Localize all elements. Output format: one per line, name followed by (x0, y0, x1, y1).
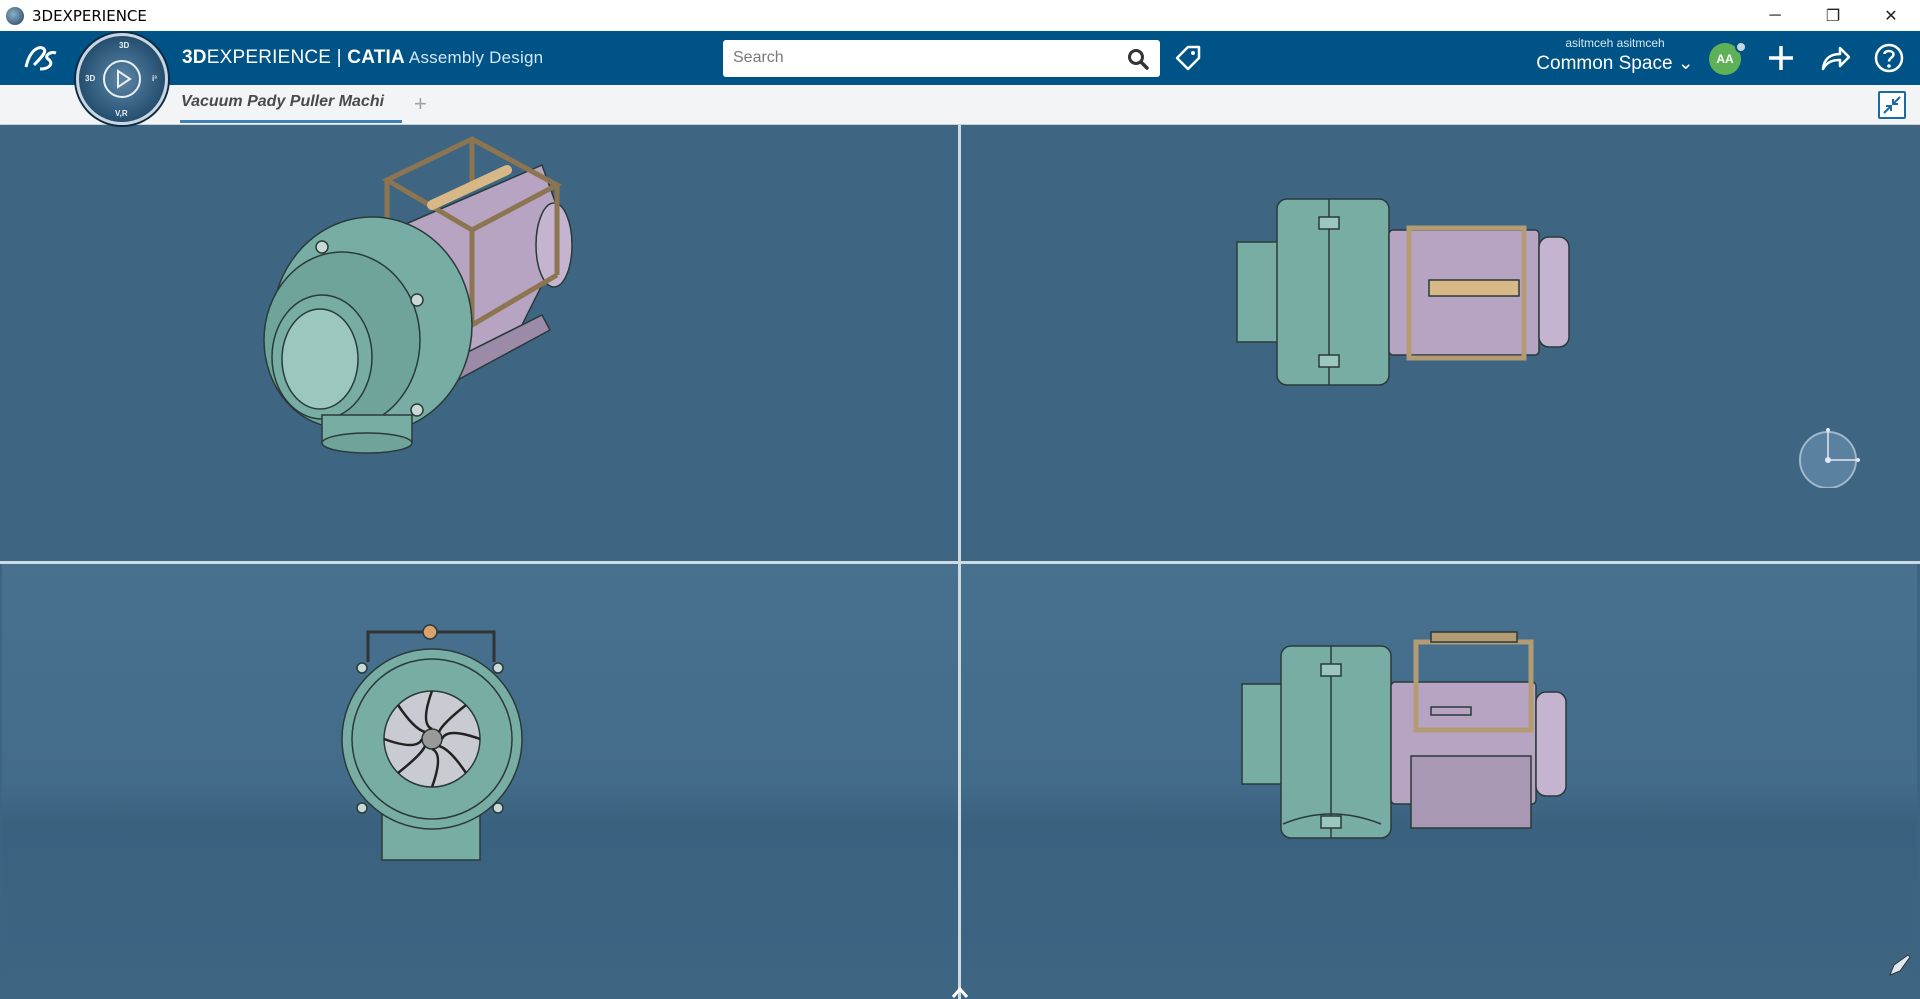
app-topbar: 3DEXPERIENCE | CATIAAssembly Design asit… (0, 31, 1920, 85)
search-input[interactable] (733, 46, 1113, 70)
collab-space-selector[interactable]: Common Space ⌄ (1530, 52, 1700, 75)
play-icon[interactable] (103, 60, 141, 98)
share-icon[interactable] (1818, 41, 1852, 75)
chevron-up-icon[interactable] (950, 985, 970, 999)
isometric-model (263, 136, 573, 454)
user-name: asitmceh asitmceh (1565, 36, 1665, 50)
viewport-splitter-horizontal[interactable] (0, 561, 1920, 564)
view-top[interactable] (961, 125, 1917, 561)
plus-icon[interactable] (1764, 41, 1798, 75)
brand-catia: CATIA (347, 47, 405, 68)
tab-vacuum-pady-puller[interactable]: Vacuum Pady Puller Machi (181, 93, 400, 111)
add-tab-button[interactable]: + (414, 91, 427, 117)
help-icon[interactable] (1872, 41, 1906, 75)
minimize-button[interactable]: ─ (1746, 0, 1804, 31)
collapse-icon[interactable] (1878, 91, 1906, 119)
view-side[interactable] (961, 564, 1917, 999)
app-logo-icon (6, 6, 24, 25)
compass-widget[interactable]: 3D i³ V,R 3D (76, 33, 168, 125)
brand-separator: | (331, 47, 348, 68)
dassault-logo-icon[interactable] (20, 39, 60, 75)
robot-compass-icon[interactable] (1798, 426, 1860, 488)
compass-left-label: 3D (85, 74, 96, 83)
restore-button[interactable]: ❐ (1804, 0, 1862, 31)
tag-icon[interactable] (1173, 43, 1203, 73)
view-isometric[interactable] (2, 125, 958, 561)
tab-bar: Vacuum Pady Puller Machi + (0, 85, 1920, 125)
compass-top-label: 3D (119, 41, 130, 50)
top-view-model (1236, 198, 1570, 386)
active-tab-indicator (180, 120, 402, 123)
compass-bottom-label: V,R (115, 109, 128, 118)
compass-right-label: i³ (152, 74, 157, 83)
3d-viewport[interactable] (0, 125, 1920, 999)
app-name: Assembly Design (408, 48, 544, 67)
window-title: 3DEXPERIENCE (32, 6, 147, 25)
side-view-model (1241, 631, 1567, 839)
close-button[interactable]: ✕ (1862, 0, 1920, 31)
search-icon[interactable] (1126, 47, 1150, 71)
brand-title: 3DEXPERIENCE | CATIA Assembly Design (182, 47, 543, 69)
pencil-icon[interactable] (1888, 953, 1912, 977)
brand-prefix: 3D (182, 47, 207, 68)
brand-experience: EXPERIENCE (206, 47, 332, 68)
window-titlebar: 3DEXPERIENCE ─ ❐ ✕ (0, 0, 1920, 31)
search-box (723, 40, 1160, 77)
user-menu[interactable]: asitmceh asitmceh Common Space ⌄ (1530, 36, 1700, 75)
window-controls: ─ ❐ ✕ (1746, 0, 1920, 31)
view-front[interactable] (2, 564, 958, 999)
front-view-model (341, 624, 523, 861)
status-dot (1735, 41, 1747, 53)
